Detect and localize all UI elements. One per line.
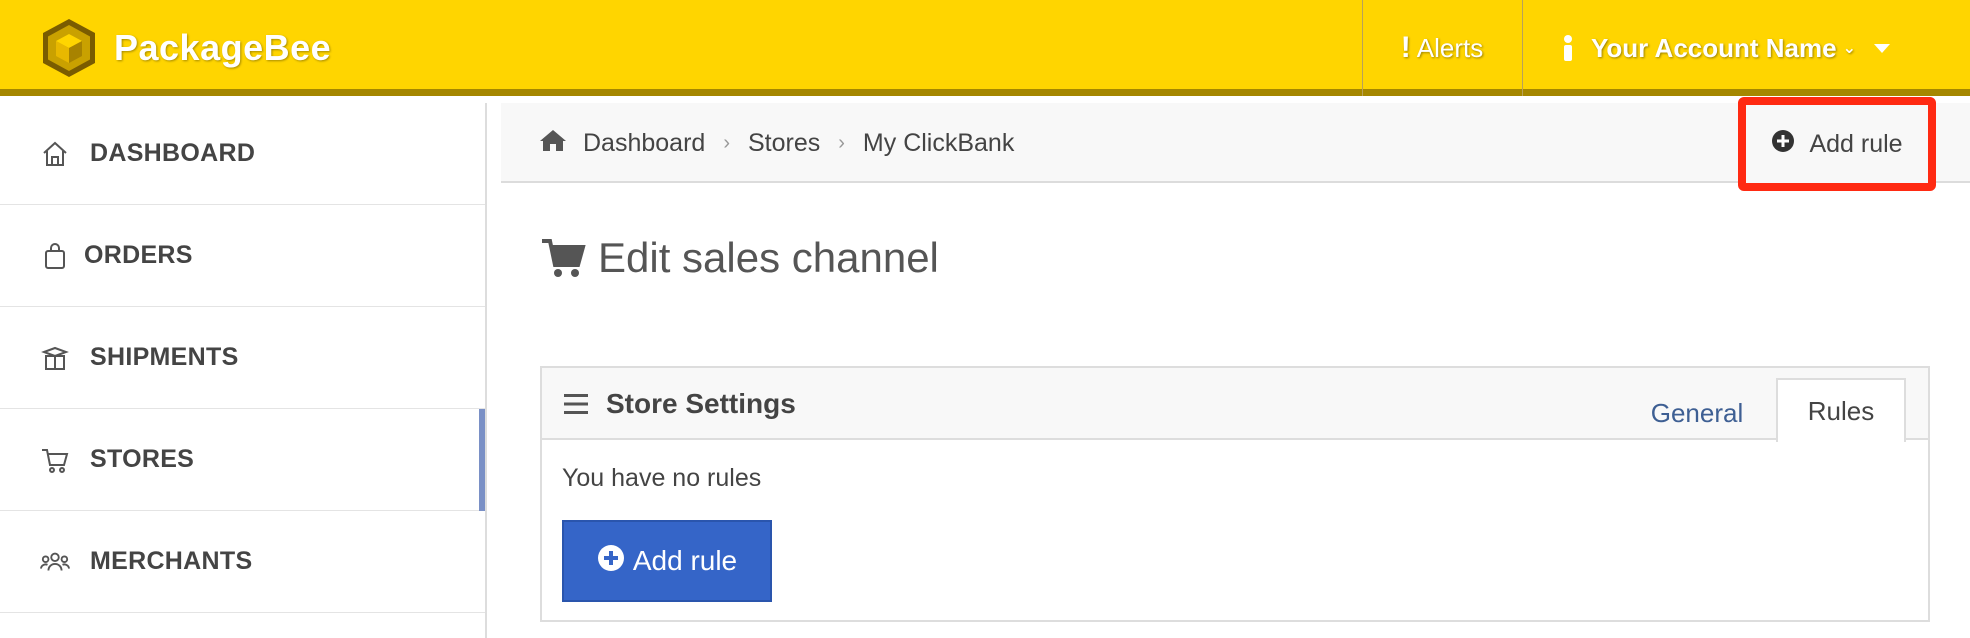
shopping-bag-icon [40, 241, 70, 271]
empty-rules-text: You have no rules [562, 464, 762, 492]
page-title: Edit sales channel [540, 230, 939, 286]
store-settings-panel: Store Settings General Rules You have no… [540, 366, 1930, 622]
sidebar-item-shipments[interactable]: SHIPMENTS [0, 307, 485, 409]
caret-down-icon [1874, 43, 1890, 53]
user-icon [1564, 35, 1572, 61]
plus-circle-icon [597, 544, 625, 579]
sidebar-item-label: STORES [90, 445, 195, 473]
page-title-text: Edit sales channel [598, 234, 939, 281]
cart-icon [542, 239, 586, 277]
breadcrumb-current: My ClickBank [862, 128, 1015, 157]
exclamation-icon: ! [1400, 31, 1411, 64]
panel-header: Store Settings General Rules [542, 368, 1928, 442]
cart-icon [40, 445, 70, 475]
active-indicator [479, 409, 485, 511]
sidebar-item-stores[interactable]: STORES [0, 409, 485, 511]
account-name: Your Account Name [1591, 32, 1837, 63]
alerts-label: Alerts [1416, 32, 1484, 63]
tab-rules[interactable]: Rules [1776, 378, 1906, 442]
tab-general[interactable]: General [1622, 386, 1772, 440]
panel-title: Store Settings [564, 368, 796, 440]
users-icon [40, 547, 70, 577]
brand[interactable]: PackageBee [38, 18, 331, 78]
add-rule-label: Add rule [1809, 129, 1903, 158]
sidebar-item-label: MERCHANTS [90, 547, 253, 575]
add-rule-button-label: Add rule [632, 545, 738, 576]
sidebar: DASHBOARD ORDERS SHIPMENTS STORES MERCHA… [0, 103, 487, 638]
package-icon [40, 343, 70, 373]
account-menu[interactable]: Your Account Name ⌄ [1522, 0, 1929, 96]
bars-icon [564, 394, 588, 414]
sidebar-item-label: DASHBOARD [90, 139, 256, 167]
sidebar-item-dashboard[interactable]: DASHBOARD [0, 103, 485, 205]
top-navbar: PackageBee ! Alerts Your Account Name ⌄ [0, 0, 1970, 96]
hexagon-box-logo-icon [43, 19, 95, 77]
brand-name: PackageBee [114, 27, 332, 68]
sidebar-item-merchants[interactable]: MERCHANTS [0, 511, 485, 613]
home-icon [40, 139, 70, 169]
breadcrumb-stores[interactable]: Stores [748, 129, 820, 158]
breadcrumb-dashboard[interactable]: Dashboard [583, 129, 705, 158]
alerts-menu[interactable]: ! Alerts [1362, 0, 1522, 96]
chevron-right-icon: › [838, 131, 845, 154]
sidebar-item-label: ORDERS [84, 241, 193, 269]
sidebar-item-label: SHIPMENTS [90, 343, 239, 371]
plus-circle-icon [1771, 129, 1795, 160]
chevron-right-icon: › [723, 131, 730, 154]
sidebar-item-orders[interactable]: ORDERS [0, 205, 485, 307]
home-icon[interactable] [539, 128, 567, 159]
panel-title-text: Store Settings [606, 388, 796, 419]
add-rule-header-button[interactable]: Add rule [1738, 97, 1936, 191]
chevron-down-icon: ⌄ [1842, 40, 1856, 57]
add-rule-button[interactable]: Add rule [562, 520, 772, 602]
breadcrumb: Dashboard › Stores › My ClickBank [539, 103, 1014, 183]
